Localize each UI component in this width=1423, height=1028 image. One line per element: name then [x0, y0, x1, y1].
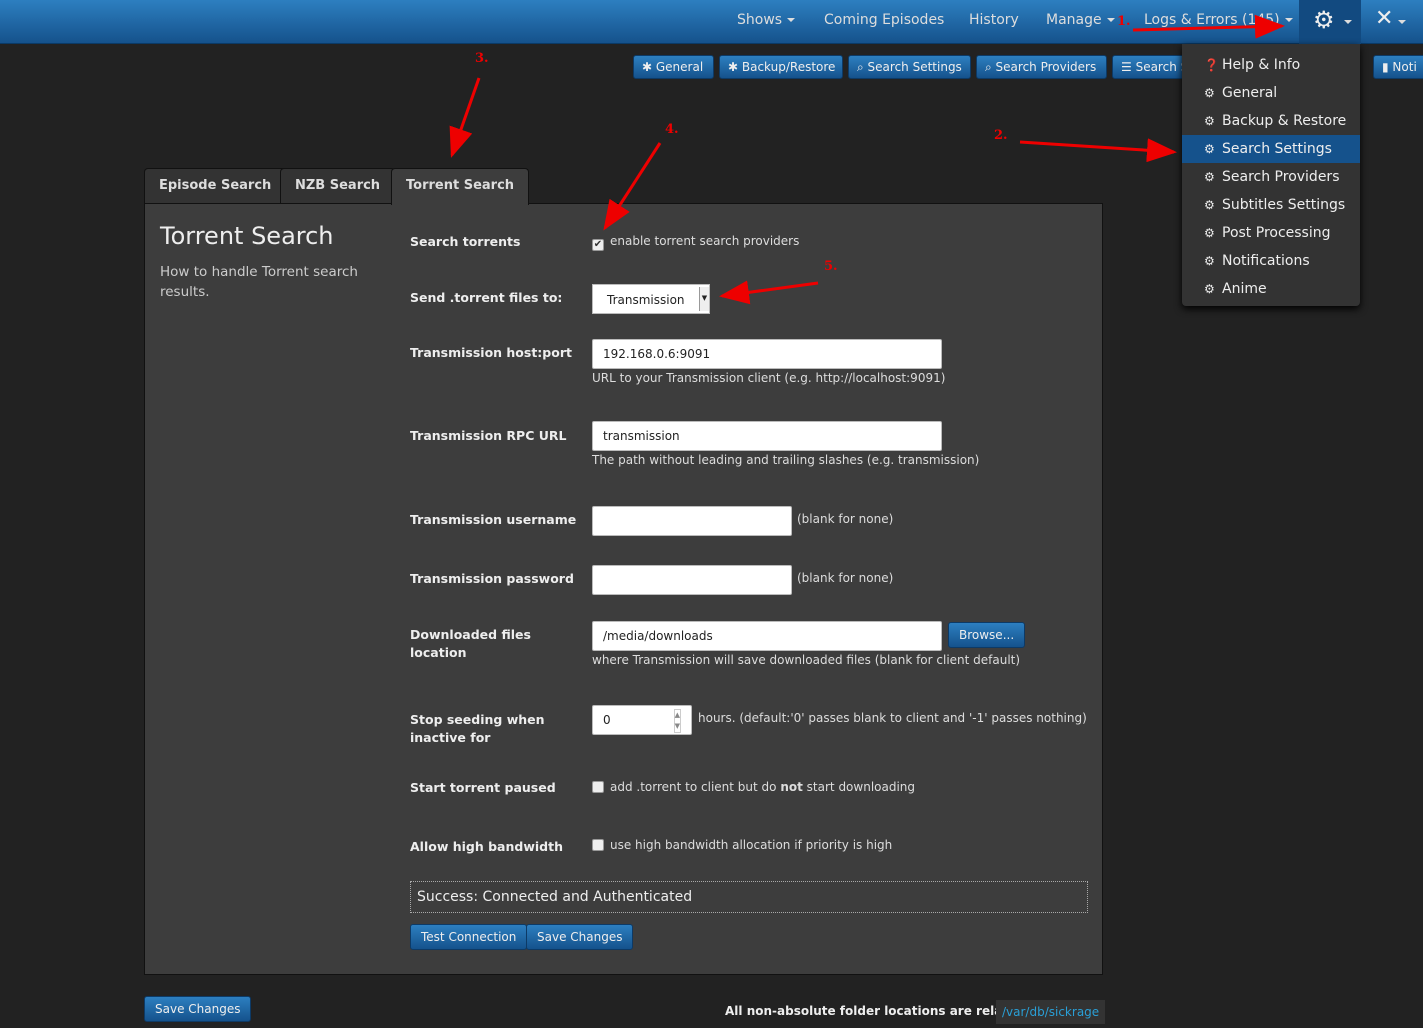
annotation-arrows [449, 14, 1285, 305]
annotation-5: 5. [824, 259, 838, 274]
annotation-2: 2. [994, 128, 1008, 143]
annotation-3: 3. [475, 51, 489, 66]
tab-torrent-search[interactable]: Torrent Search [391, 168, 530, 205]
arrow-5 [719, 280, 819, 305]
annotation-1: 1. [1117, 14, 1131, 29]
arrow-1 [1132, 14, 1285, 39]
annotation-4: 4. [665, 122, 679, 137]
arrow-4 [603, 142, 662, 231]
arrow-2 [1019, 138, 1177, 163]
arrow-3 [449, 77, 481, 158]
